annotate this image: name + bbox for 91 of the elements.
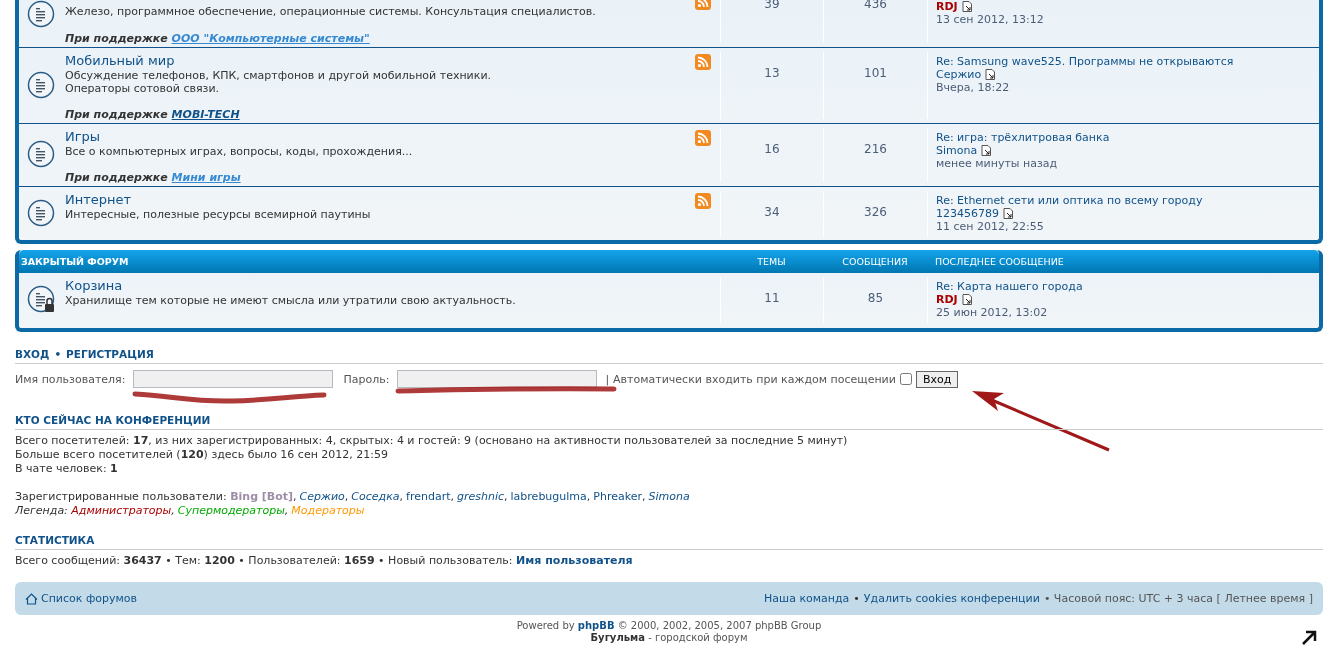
author-link[interactable]: RDJ [936, 0, 958, 13]
forum-index-link[interactable]: Список форумов [25, 592, 138, 605]
forum-title-link[interactable]: Корзина [65, 278, 695, 294]
last-post-link[interactable]: Re: Ethernet сети или оптика по всему городу [936, 194, 1319, 207]
newest-user-link[interactable]: Имя пользователя [516, 554, 633, 567]
topic-count: 11 [720, 277, 823, 323]
author-link[interactable]: 123456789 [936, 207, 999, 220]
phpbb-link[interactable]: phpBB [577, 620, 615, 631]
online-stats-text: В чате человек: 1 [15, 462, 119, 476]
legend-label: Легенда: [15, 504, 68, 517]
forum-title-link[interactable]: Мобильный мир [65, 53, 695, 69]
arrow-up-right-icon[interactable] [1300, 629, 1318, 647]
sponsor-label: При поддержке [65, 32, 168, 45]
last-post-link[interactable]: Re: игра: трёхлитровая банка [936, 131, 1319, 144]
post-count: 85 [823, 277, 927, 323]
online-stats-text: Всего посетителей: 17, из них зарегистрированных: 4, скрытых: 4 и гостей: 9 (основано на активности пользователей за последние 5 минут) [15, 434, 849, 448]
group-link[interactable]: Администраторы [71, 504, 172, 517]
separator-text: | [605, 372, 610, 386]
column-header: СООБЩЕНИЯ [841, 256, 909, 267]
forum-title-link[interactable]: Интернет [65, 192, 695, 208]
password-field[interactable] [397, 370, 598, 388]
comma-text: , [399, 490, 404, 503]
comma-text: , [450, 490, 454, 503]
comma-text: , [284, 504, 289, 517]
sponsor-link[interactable]: MOBI-TECH [171, 108, 240, 121]
home-icon [25, 592, 38, 605]
last-post-link[interactable]: Re: Карта нашего города [936, 280, 1319, 293]
column-header: ПОСЛЕДНЕЕ СООБЩЕНИЕ [934, 256, 1065, 267]
forum-title-link[interactable]: Игры [65, 129, 695, 145]
last-post-time: Вчера, 18:22 [936, 81, 1011, 94]
author-link[interactable]: Simona [936, 144, 978, 157]
last-post-time: 13 сен 2012, 13:12 [936, 13, 1045, 26]
username-link[interactable]: Simona [648, 490, 690, 503]
forum-description: Хранилище тем которые не имеют смысла или утратили свою актуальность. [65, 294, 517, 307]
username-link[interactable]: Сержио [299, 490, 345, 503]
password-label: Пароль: [343, 372, 390, 386]
column-header: ТЕМЫ [756, 256, 787, 267]
author-link[interactable]: Сержио [936, 68, 982, 81]
view-post-icon[interactable] [1003, 208, 1014, 219]
post-count: 216 [823, 128, 927, 182]
comma-text: , [171, 504, 175, 517]
login-link[interactable]: ВХОД [15, 348, 50, 360]
username-link[interactable]: greshnic [457, 490, 505, 503]
view-post-icon[interactable] [981, 145, 993, 156]
registered-users-label: Зарегистрированные пользователи: [15, 490, 227, 503]
topic-count: 13 [720, 52, 823, 119]
username-link[interactable]: Соседка [351, 490, 400, 503]
online-stats-text: Больше всего посетителей (120) здесь было 16 сен 2012, 21:59 [15, 448, 390, 462]
column-header: ЗАКРЫТЫЙ ФОРУМ [20, 256, 130, 267]
username-link[interactable]: labrebugulma [510, 490, 587, 503]
post-count: 326 [823, 191, 927, 237]
autologin-checkbox[interactable] [899, 373, 912, 385]
separator-dot: • [54, 348, 62, 360]
forum-description: Железо, программное обеспечение, операционные системы. Консультация специалистов. [65, 5, 597, 18]
forum-description: Обсуждение телефонов, КПК, смартфонов и другой мобильной техники. Операторы сотовой связи. [65, 69, 493, 95]
delete-cookies-link[interactable]: Удалить cookies конференции [863, 592, 1040, 605]
topic-count: 16 [720, 128, 823, 182]
comma-text: , [642, 490, 646, 503]
powered-by-text: Powered by phpBB © 2000, 2002, 2005, 2007 phpBB Group [516, 620, 822, 632]
team-link[interactable]: Наша команда [764, 592, 850, 605]
topic-count: 34 [720, 191, 823, 237]
comma-text: , [293, 490, 297, 503]
view-post-icon[interactable] [961, 294, 973, 305]
view-post-icon[interactable] [961, 1, 973, 12]
site-credit-text: Бугульма - городской форум [590, 632, 748, 644]
author-link[interactable]: RDJ [936, 293, 958, 306]
separator-dot: • [853, 592, 860, 605]
username-field[interactable] [133, 370, 334, 388]
login-button[interactable]: Вход [915, 370, 959, 388]
section-heading: КТО СЕЙЧАС НА КОНФЕРЕНЦИИ [15, 414, 211, 426]
section-heading: СТАТИСТИКА [15, 534, 95, 546]
sponsor-label: При поддержке [65, 108, 168, 121]
comma-text: , [344, 490, 349, 503]
autologin-label: Автоматически входить при каждом посещении [613, 372, 896, 386]
view-post-icon[interactable] [985, 69, 997, 80]
last-post-time: 25 июн 2012, 13:02 [936, 306, 1049, 319]
username-link[interactable]: Phreaker [593, 490, 642, 503]
forum-description: Интересные, полезные ресурсы всемирной паутины [65, 208, 372, 221]
comma-text: , [586, 490, 591, 503]
last-post-link[interactable]: Re: Samsung wave525. Программы не открываются [936, 55, 1319, 68]
username-label: Имя пользователя: [15, 372, 126, 386]
post-count: 101 [823, 52, 927, 119]
last-post-time: менее минуты назад [936, 157, 1059, 170]
sponsor-label: При поддержке [65, 171, 168, 184]
last-post-time: 11 сен 2012, 22:55 [936, 220, 1045, 233]
forum-description: Все о компьютерных играх, вопросы, коды, прохождения... [65, 145, 414, 158]
register-link[interactable]: РЕГИСТРАЦИЯ [66, 348, 154, 360]
timezone-text: • Часовой пояс: UTC + 3 часа [ Летнее время ] [1043, 592, 1313, 605]
statistics-text: Всего сообщений: 36437 • Тем: 1200 • Пользователей: 1659 • Новый пользователь: Имя пользователя [15, 554, 634, 568]
username-link[interactable]: frendart [406, 490, 451, 503]
comma-text: , [504, 490, 508, 503]
